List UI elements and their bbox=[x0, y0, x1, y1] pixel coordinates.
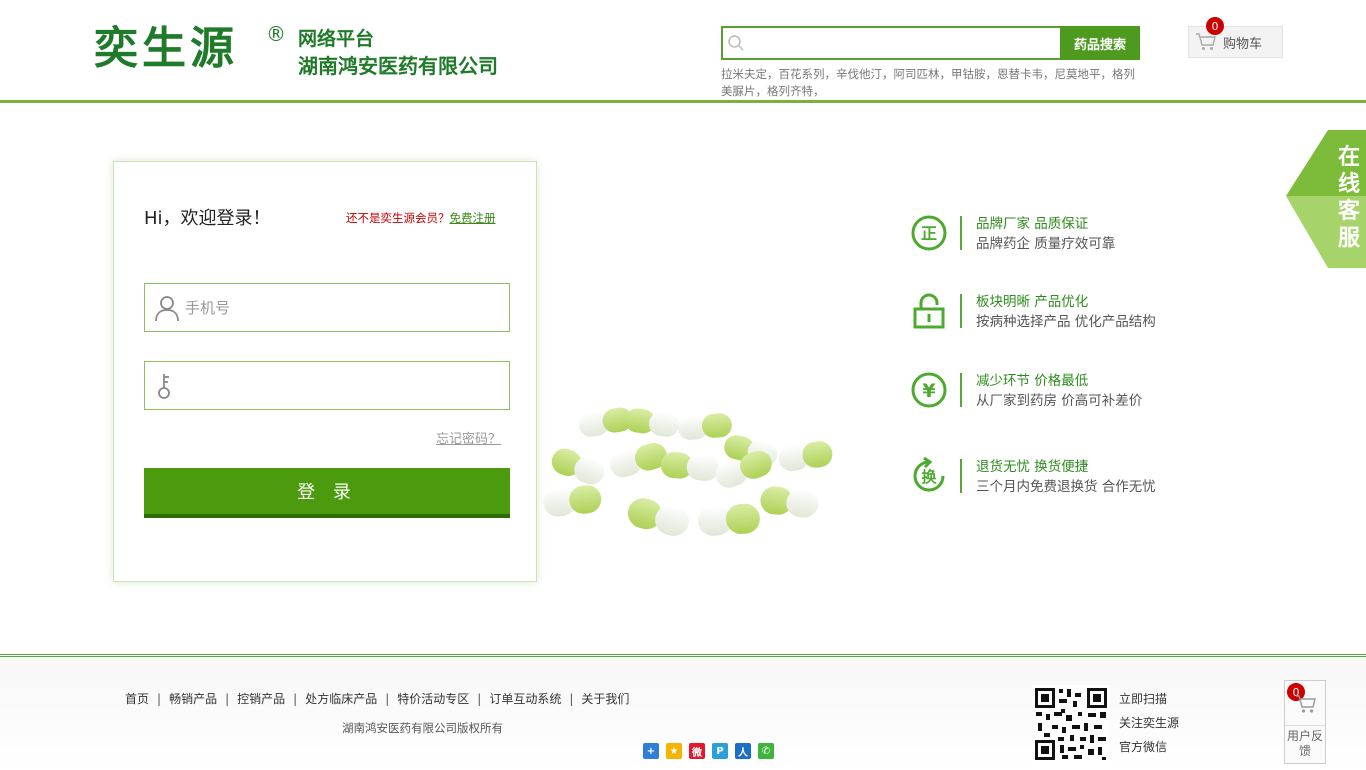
share-bar: + ★ 微 P 人 ✆ bbox=[643, 743, 774, 759]
svg-text:正: 正 bbox=[921, 224, 937, 243]
nav-separator: | bbox=[293, 692, 298, 706]
cart-label: 购物车 bbox=[1223, 36, 1263, 52]
feature-title: 品牌厂家 品质保证 bbox=[976, 216, 1089, 232]
footer-link-prescription[interactable]: 处方临床产品 bbox=[305, 692, 377, 706]
cart-count-badge: 0 bbox=[1206, 17, 1224, 35]
footer-nav: 首页 | 畅销产品 | 控销产品 | 处方临床产品 | 特价活动专区 | 订单互动系统 | 关于我们 bbox=[125, 690, 629, 707]
logo-main: 奕生源 bbox=[94, 23, 238, 74]
capsules-illustration bbox=[543, 407, 833, 536]
certified-icon: 正 bbox=[911, 215, 947, 251]
renren-icon[interactable]: 人 bbox=[735, 743, 751, 759]
lock-icon bbox=[913, 293, 945, 329]
hot-keywords[interactable]: 拉米夫定，百花系列，辛伐他汀，阿司匹林，甲钴胺，恩替卡韦，尼莫地平，格列美脲片，… bbox=[721, 66, 1141, 100]
user-icon bbox=[155, 296, 179, 322]
weibo-icon[interactable]: 微 bbox=[689, 743, 705, 759]
footer: 首页 | 畅销产品 | 控销产品 | 处方临床产品 | 特价活动专区 | 订单互动系统 | 关于我们 湖… bbox=[0, 654, 1366, 770]
feature-divider bbox=[960, 459, 962, 493]
feature-desc: 三个月内免费退换货 合作无忧 bbox=[976, 479, 1156, 495]
register-tip-text: 还不是奕生源会员？ bbox=[346, 211, 450, 225]
password-field bbox=[144, 361, 510, 410]
exchange-icon: 换 bbox=[913, 457, 945, 492]
cart-button[interactable]: 0 购物车 bbox=[1188, 17, 1283, 58]
feature-item: 板块明晰 产品优化 按病种选择产品 优化产品结构 bbox=[910, 290, 1210, 334]
feature-item: ¥ 减少环节 价格最低 从厂家到药房 价高可补差价 bbox=[910, 369, 1210, 413]
qr-line: 立即扫描 bbox=[1119, 692, 1168, 706]
nav-separator: | bbox=[569, 692, 574, 706]
nav-separator: | bbox=[477, 692, 482, 706]
feedback-label: 用户反馈 bbox=[1285, 725, 1325, 759]
search-button[interactable]: 药品搜索 bbox=[1060, 26, 1140, 60]
search-icon bbox=[728, 35, 744, 51]
footer-link-order-system[interactable]: 订单互动系统 bbox=[489, 692, 561, 706]
registered-mark: ® bbox=[266, 22, 286, 46]
feature-title: 减少环节 价格最低 bbox=[976, 373, 1089, 389]
search-input[interactable] bbox=[749, 30, 1059, 56]
qzone-icon[interactable]: ★ bbox=[666, 743, 682, 759]
feature-title: 退货无忧 换货便捷 bbox=[976, 459, 1089, 475]
feature-desc: 按病种选择产品 优化产品结构 bbox=[976, 314, 1156, 330]
footer-link-bestsellers[interactable]: 畅销产品 bbox=[169, 692, 217, 706]
qr-caption: 立即扫描 关注奕生源 官方微信 bbox=[1119, 687, 1179, 759]
key-icon bbox=[158, 374, 170, 399]
phone-input[interactable] bbox=[185, 294, 495, 322]
register-tip: 还不是奕生源会员？免费注册 bbox=[346, 210, 496, 226]
copyright: 湖南鸿安医药有限公司版权所有 bbox=[342, 721, 503, 735]
feature-divider bbox=[960, 216, 962, 250]
qr-line: 官方微信 bbox=[1119, 740, 1168, 754]
footer-link-controlled-sales[interactable]: 控销产品 bbox=[237, 692, 285, 706]
cart-icon bbox=[1196, 33, 1216, 50]
header: 奕生源 ® 网络平台 湖南鸿安医药有限公司 药品搜索 拉米夫定，百花系列，辛伐他… bbox=[0, 0, 1366, 103]
tencent-weibo-icon[interactable]: P bbox=[712, 743, 728, 759]
phone-field bbox=[144, 283, 510, 332]
feature-desc: 品牌药企 质量疗效可靠 bbox=[976, 236, 1116, 252]
login-panel: Hi，欢迎登录！ 还不是奕生源会员？免费注册 忘记密码？ 登 录 bbox=[113, 161, 537, 582]
logo[interactable]: 奕生源 ® 网络平台 湖南鸿安医药有限公司 bbox=[94, 20, 498, 78]
search-box: 药品搜索 bbox=[721, 26, 1140, 60]
wechat-icon[interactable]: ✆ bbox=[758, 743, 774, 759]
nav-separator: | bbox=[385, 692, 390, 706]
logo-platform-text: 网络平台 bbox=[298, 28, 375, 50]
qr-line: 关注奕生源 bbox=[1119, 716, 1180, 730]
feature-item: 换 退货无忧 换货便捷 三个月内免费退换货 合作无忧 bbox=[910, 455, 1210, 499]
online-service-label: 在线客服 bbox=[1337, 145, 1360, 251]
footer-link-about[interactable]: 关于我们 bbox=[581, 692, 629, 706]
nav-separator: | bbox=[225, 692, 230, 706]
feature-title: 板块明晰 产品优化 bbox=[976, 294, 1089, 310]
yuan-icon: ¥ bbox=[911, 372, 947, 408]
svg-text:换: 换 bbox=[921, 468, 937, 486]
logo-subtitle: 网络平台 湖南鸿安医药有限公司 bbox=[298, 26, 558, 80]
page: 奕生源 ® 网络平台 湖南鸿安医药有限公司 药品搜索 拉米夫定，百花系列，辛伐他… bbox=[0, 0, 1366, 770]
login-greeting: Hi，欢迎登录！ bbox=[144, 208, 271, 229]
feature-divider bbox=[960, 373, 962, 407]
login-button[interactable]: 登 录 bbox=[144, 468, 510, 518]
wechat-qr-code bbox=[1032, 685, 1110, 763]
footer-link-home[interactable]: 首页 bbox=[125, 692, 149, 706]
footer-link-specials[interactable]: 特价活动专区 bbox=[397, 692, 469, 706]
nav-separator: | bbox=[157, 692, 162, 706]
cart-icon bbox=[1296, 695, 1316, 713]
feature-desc: 从厂家到药房 价高可补差价 bbox=[976, 393, 1143, 409]
password-input[interactable] bbox=[185, 372, 495, 400]
feature-divider bbox=[960, 294, 962, 328]
register-link[interactable]: 免费注册 bbox=[450, 211, 496, 225]
user-feedback-button[interactable]: 0 用户反馈 bbox=[1284, 680, 1326, 764]
forgot-password-link[interactable]: 忘记密码？ bbox=[436, 428, 501, 447]
plus-share-icon[interactable]: + bbox=[643, 743, 659, 759]
svg-text:¥: ¥ bbox=[922, 380, 935, 402]
online-service-button[interactable]: 在线客服 bbox=[1286, 130, 1366, 268]
logo-company-text: 湖南鸿安医药有限公司 bbox=[298, 54, 498, 78]
feature-item: 正 品牌厂家 品质保证 品牌药企 质量疗效可靠 bbox=[910, 212, 1210, 256]
